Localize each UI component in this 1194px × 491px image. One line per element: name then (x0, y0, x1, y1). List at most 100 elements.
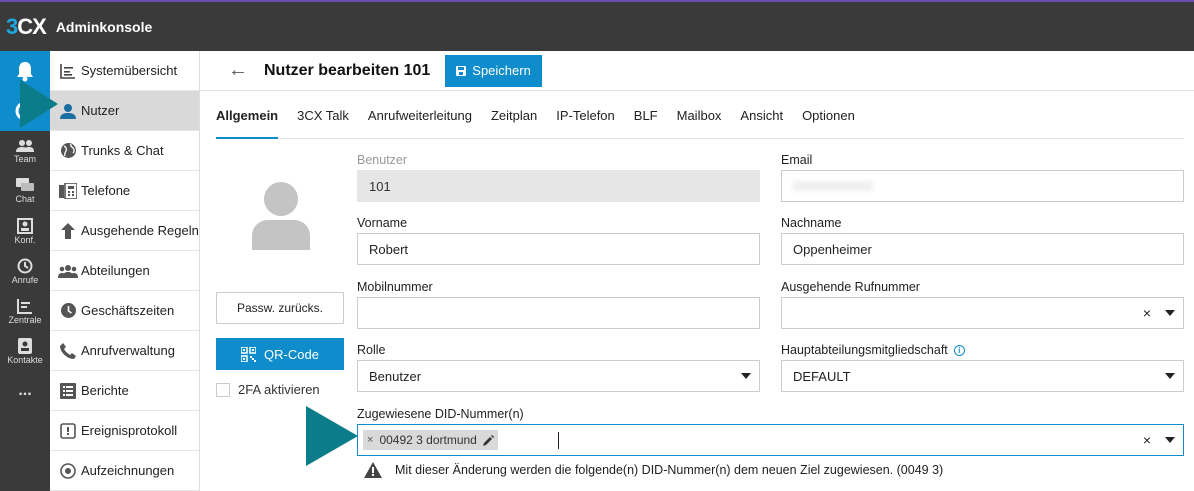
email-field[interactable] (781, 170, 1184, 202)
user-icon (58, 101, 78, 121)
menu-item-systemuebersicht[interactable]: Systemübersicht (50, 51, 199, 91)
chevron-down-icon[interactable] (1165, 437, 1175, 443)
conference-icon (17, 217, 33, 234)
nachname-field[interactable]: Oppenheimer (781, 233, 1184, 265)
nachname-value: Oppenheimer (793, 241, 872, 257)
qr-code-icon (241, 346, 257, 362)
nachname-label: Nachname (781, 216, 842, 230)
menu-label: Geschäftszeiten (81, 303, 175, 318)
clear-icon[interactable]: × (1143, 305, 1151, 321)
tab-blf[interactable]: BLF (634, 100, 658, 139)
app-title: Adminkonsole (55, 18, 153, 35)
rolle-select[interactable]: Benutzer (357, 360, 760, 392)
vorname-value: Robert (369, 241, 409, 257)
menu-item-ausgehende-regeln[interactable]: Ausgehende Regeln (50, 211, 199, 251)
twofa-checkbox[interactable] (216, 382, 230, 397)
rail-label: Team (13, 153, 36, 164)
rail-more[interactable]: ... (0, 371, 50, 411)
more-icon: ... (18, 382, 32, 399)
rail-label: Anrufe (11, 274, 39, 285)
save-icon (456, 65, 467, 76)
history-icon (17, 258, 33, 273)
chevron-down-icon[interactable] (1165, 373, 1175, 379)
mobil-field[interactable] (357, 297, 760, 329)
tab-anrufweiterleitung[interactable]: Anrufweiterleitung (368, 100, 472, 139)
tab-3cx-talk[interactable]: 3CX Talk (297, 100, 349, 139)
menu-item-geschaeftszeiten[interactable]: Geschäftszeiten (50, 291, 199, 331)
vorname-field[interactable]: Robert (357, 233, 760, 265)
password-reset-button[interactable]: Passw. zurücks. (216, 292, 344, 324)
menu-label: Aufzeichnungen (81, 463, 175, 478)
twofa-label: 2FA aktivieren (238, 382, 320, 397)
menu-label: Systemübersicht (81, 63, 178, 78)
team-icon (16, 139, 34, 152)
tab-allgemein[interactable]: Allgemein (216, 100, 279, 139)
save-button-label: Speichern (472, 63, 531, 78)
tab-mailbox[interactable]: Mailbox (677, 100, 722, 139)
menu-label: Telefone (81, 183, 131, 198)
twofa-option[interactable]: 2FA aktivieren (216, 382, 320, 397)
rail-label: Kontakte (7, 354, 43, 365)
chip-remove-icon[interactable]: × (367, 434, 373, 446)
phone-icon (58, 341, 78, 361)
chevron-down-icon[interactable] (1165, 310, 1175, 316)
email-value-redacted (793, 181, 873, 191)
report-icon (58, 381, 78, 401)
tab-ip-telefon[interactable]: IP-Telefon (556, 100, 615, 139)
rail-item-contacts[interactable]: Kontakte (0, 331, 50, 371)
pencil-icon[interactable] (482, 434, 494, 446)
menu-item-abteilungen[interactable]: Abteilungen (50, 251, 199, 291)
text-cursor (558, 432, 559, 449)
contacts-icon (18, 337, 32, 354)
benutzer-value: 101 (369, 178, 391, 194)
warning-icon (364, 462, 382, 478)
chevron-down-icon[interactable] (741, 373, 751, 379)
menu-item-nutzer[interactable]: Nutzer (50, 91, 199, 131)
menu-item-anrufverwaltung[interactable]: Anrufverwaltung (50, 331, 199, 371)
rail-item-conference[interactable]: Konf. (0, 211, 50, 251)
arrow-up-icon (58, 221, 78, 241)
save-button[interactable]: Speichern (445, 54, 542, 87)
tab-ansicht[interactable]: Ansicht (740, 100, 783, 139)
group-icon (58, 261, 78, 281)
globe-icon (58, 141, 78, 161)
haupt-select[interactable]: DEFAULT (781, 360, 1184, 392)
switchboard-icon (17, 298, 32, 314)
log-icon (58, 421, 78, 441)
menu-label: Abteilungen (81, 263, 150, 278)
rail-label: Zentrale (8, 314, 42, 325)
menu-label: Berichte (81, 383, 129, 398)
did-warning: Mit dieser Änderung werden die folgende(… (364, 462, 943, 478)
ausgehend-select[interactable]: × (781, 297, 1184, 329)
qr-code-button[interactable]: QR-Code (216, 338, 344, 370)
back-arrow-icon[interactable]: ← (228, 59, 248, 82)
rolle-label: Rolle (357, 343, 386, 357)
did-multiselect[interactable]: × 00492 3 dortmund × (357, 424, 1184, 456)
info-icon[interactable]: i (953, 345, 965, 356)
rail-item-switchboard[interactable]: Zentrale (0, 291, 50, 331)
mobil-label: Mobilnummer (357, 280, 433, 294)
did-chip[interactable]: × 00492 3 dortmund (363, 430, 498, 450)
menu-item-trunks[interactable]: Trunks & Chat (50, 131, 199, 171)
menu-item-telefone[interactable]: Telefone (50, 171, 199, 211)
menu-item-ereignisprotokoll[interactable]: Ereignisprotokoll (50, 411, 199, 451)
tab-optionen[interactable]: Optionen (802, 100, 855, 139)
record-icon (58, 461, 78, 481)
tab-bar: Allgemein 3CX Talk Anrufweiterleitung Ze… (216, 100, 1184, 139)
tab-zeitplan[interactable]: Zeitplan (491, 100, 537, 139)
page-header: ← Nutzer bearbeiten 101 Speichern (200, 51, 1194, 91)
callout-arrow-did (306, 406, 358, 466)
ausgehend-label: Ausgehende Rufnummer (781, 280, 920, 294)
app-logo[interactable]: 3CX (6, 14, 47, 40)
warning-text: Mit dieser Änderung werden die folgende(… (395, 463, 944, 477)
avatar-icon (252, 182, 310, 250)
benutzer-label: Benutzer (357, 153, 408, 167)
rail-item-chat[interactable]: Chat (0, 171, 50, 211)
rail-item-team[interactable]: Team (0, 131, 50, 171)
rail-item-calls[interactable]: Anrufe (0, 251, 50, 291)
phones-icon (58, 181, 78, 201)
menu-item-berichte[interactable]: Berichte (50, 371, 199, 411)
menu-label: Ereignisprotokoll (81, 423, 178, 438)
menu-item-aufzeichnungen[interactable]: Aufzeichnungen (50, 451, 199, 491)
clear-icon[interactable]: × (1143, 432, 1151, 448)
